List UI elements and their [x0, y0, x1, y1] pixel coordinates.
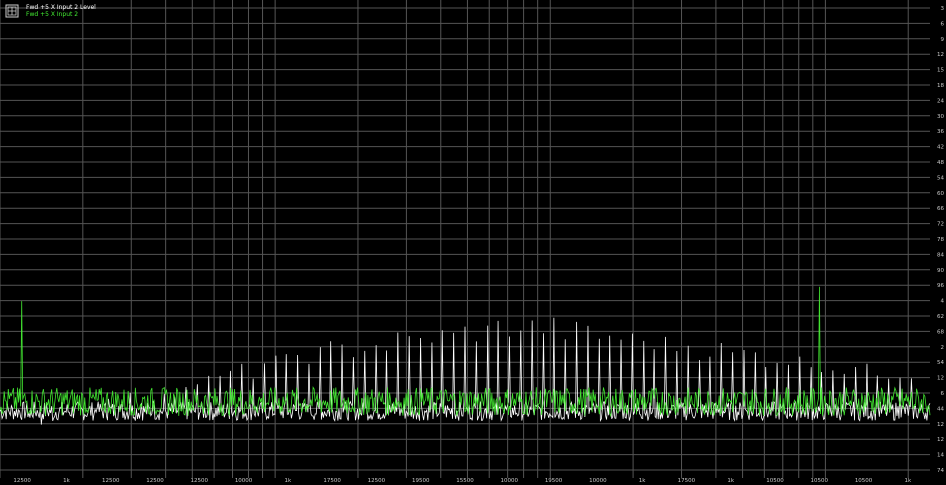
y-tick-label: 30	[937, 114, 944, 120]
x-tick-label: 12500	[191, 478, 209, 484]
y-tick-label: 66	[937, 206, 944, 212]
x-tick-label: 10000	[589, 478, 607, 484]
x-tick-label: 10500	[855, 478, 873, 484]
x-tick-label: 12500	[368, 478, 386, 484]
y-tick-label: 12	[937, 437, 944, 443]
y-tick-label: 12	[937, 52, 944, 58]
y-tick-label: 6	[941, 391, 945, 397]
y-tick-label: 54	[937, 175, 944, 181]
y-tick-label: 62	[937, 314, 944, 320]
x-tick-label: 17500	[323, 478, 341, 484]
x-tick-label: 1k	[905, 478, 912, 484]
y-tick-label: 90	[937, 268, 944, 274]
y-tick-label: 18	[937, 83, 944, 89]
y-tick-label: 42	[937, 145, 944, 151]
y-tick-label: 9	[941, 37, 945, 43]
legend-entry-2: Fwd +5 X Input 2	[26, 11, 78, 18]
y-tick-label: 6	[941, 21, 945, 27]
x-tick-label: 10000	[235, 478, 253, 484]
y-tick-label: 96	[937, 283, 944, 289]
x-tick-label: 10500	[766, 478, 784, 484]
y-tick-label: 84	[937, 252, 944, 258]
y-tick-label: 2	[941, 345, 945, 351]
y-tick-label: 78	[937, 237, 944, 243]
y-tick-label: 54	[937, 360, 944, 366]
spectrum-chart: 3691215182430364248546066727884909646268…	[0, 0, 946, 485]
y-tick-label: 12	[937, 376, 944, 382]
y-tick-label: 24	[937, 98, 944, 104]
y-tick-label: 68	[937, 329, 944, 335]
y-tick-label: 3	[941, 6, 945, 12]
y-tick-label: 12	[937, 422, 944, 428]
y-tick-label: 4	[941, 299, 945, 305]
y-tick-label: 15	[937, 68, 944, 74]
x-tick-label: 1k	[639, 478, 646, 484]
x-tick-label: 12500	[102, 478, 120, 484]
x-tick-label: 10500	[811, 478, 829, 484]
x-tick-label: 1k	[285, 478, 292, 484]
x-tick-label: 1k	[63, 478, 70, 484]
x-tick-label: 1k	[727, 478, 734, 484]
x-tick-label: 12500	[146, 478, 164, 484]
y-tick-label: 72	[937, 222, 944, 228]
y-tick-label: 44	[937, 406, 944, 412]
x-tick-label: 17500	[678, 478, 696, 484]
x-tick-label: 12500	[13, 478, 31, 484]
y-tick-label: 48	[937, 160, 944, 166]
x-tick-label: 19500	[545, 478, 563, 484]
y-tick-label: 60	[937, 191, 944, 197]
x-tick-label: 10000	[501, 478, 519, 484]
y-tick-label: 36	[937, 129, 944, 135]
x-tick-label: 19500	[412, 478, 430, 484]
x-tick-label: 15500	[456, 478, 474, 484]
y-tick-label: 74	[937, 468, 944, 474]
legend-entry-1: Fwd +5 X Input 2 Level	[26, 4, 96, 11]
y-tick-label: 14	[937, 453, 944, 459]
